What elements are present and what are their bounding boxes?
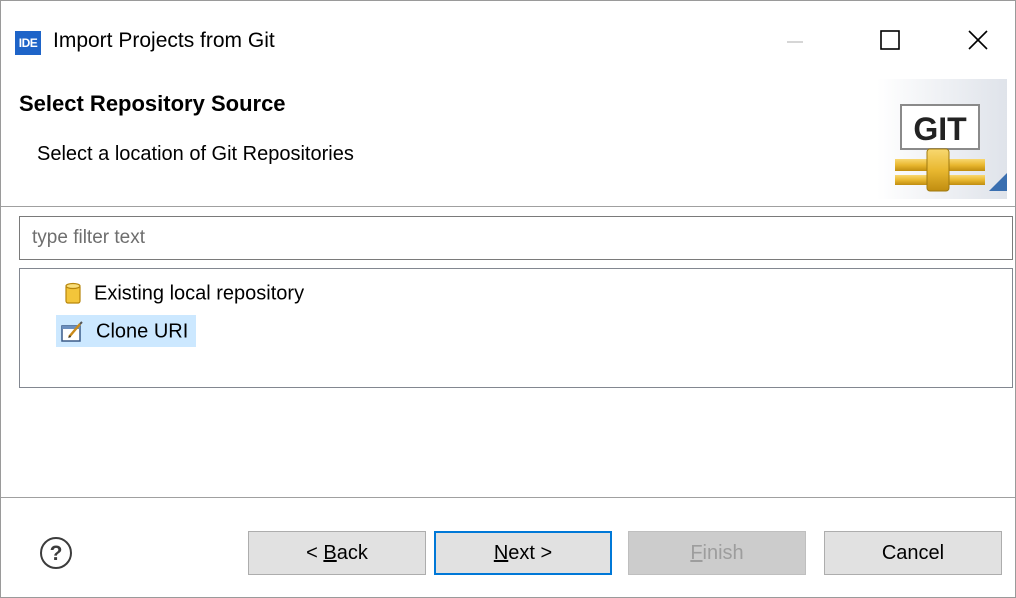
dialog-window: IDE Import Projects from Git Select Repo…	[0, 0, 1016, 598]
cancel-button[interactable]: Cancel	[824, 531, 1002, 575]
title-bar: IDE Import Projects from Git	[1, 1, 1015, 71]
tree-item-label: Existing local repository	[94, 282, 305, 305]
close-icon	[968, 30, 988, 50]
svg-text:?: ?	[50, 542, 63, 565]
maximize-button[interactable]	[869, 19, 915, 65]
repository-source-tree[interactable]: Existing local repository Clone URI	[19, 268, 1013, 388]
help-icon[interactable]: ?	[39, 536, 73, 570]
finish-button-label-rest: inish	[702, 542, 744, 564]
next-button-label-rest: ext >	[508, 542, 553, 564]
back-button-prefix: <	[306, 542, 324, 564]
window-title: Import Projects from Git	[53, 29, 275, 52]
wizard-header: Select Repository Source Select a locati…	[1, 71, 1015, 206]
git-banner-icon: GIT	[877, 79, 1007, 199]
maximize-icon	[880, 30, 900, 50]
back-button-label-rest: ack	[336, 542, 368, 564]
minimize-icon	[787, 41, 803, 43]
tree-item-clone-uri[interactable]: Clone URI	[56, 315, 197, 347]
next-button[interactable]: Next >	[434, 531, 612, 575]
clone-uri-icon	[61, 321, 83, 342]
minimize-button[interactable]	[771, 19, 817, 65]
finish-button[interactable]: Finish	[628, 531, 806, 575]
tree-item-existing-local-repository[interactable]: Existing local repository	[64, 277, 304, 309]
tree-item-label: Clone URI	[96, 320, 189, 343]
finish-button-mnemonic: F	[690, 542, 703, 564]
close-button[interactable]	[956, 19, 1002, 65]
next-button-mnemonic: N	[493, 542, 509, 564]
page-description: Select a location of Git Repositories	[37, 143, 354, 165]
back-button[interactable]: < Back	[248, 531, 426, 575]
filter-input[interactable]	[19, 216, 1013, 260]
ide-app-icon: IDE	[15, 31, 41, 55]
header-separator	[1, 206, 1015, 207]
repository-cylinder-icon	[65, 282, 81, 304]
back-button-mnemonic: B	[323, 542, 337, 564]
git-banner-text: GIT	[913, 111, 967, 147]
page-title: Select Repository Source	[19, 91, 286, 116]
footer-separator	[1, 497, 1015, 498]
